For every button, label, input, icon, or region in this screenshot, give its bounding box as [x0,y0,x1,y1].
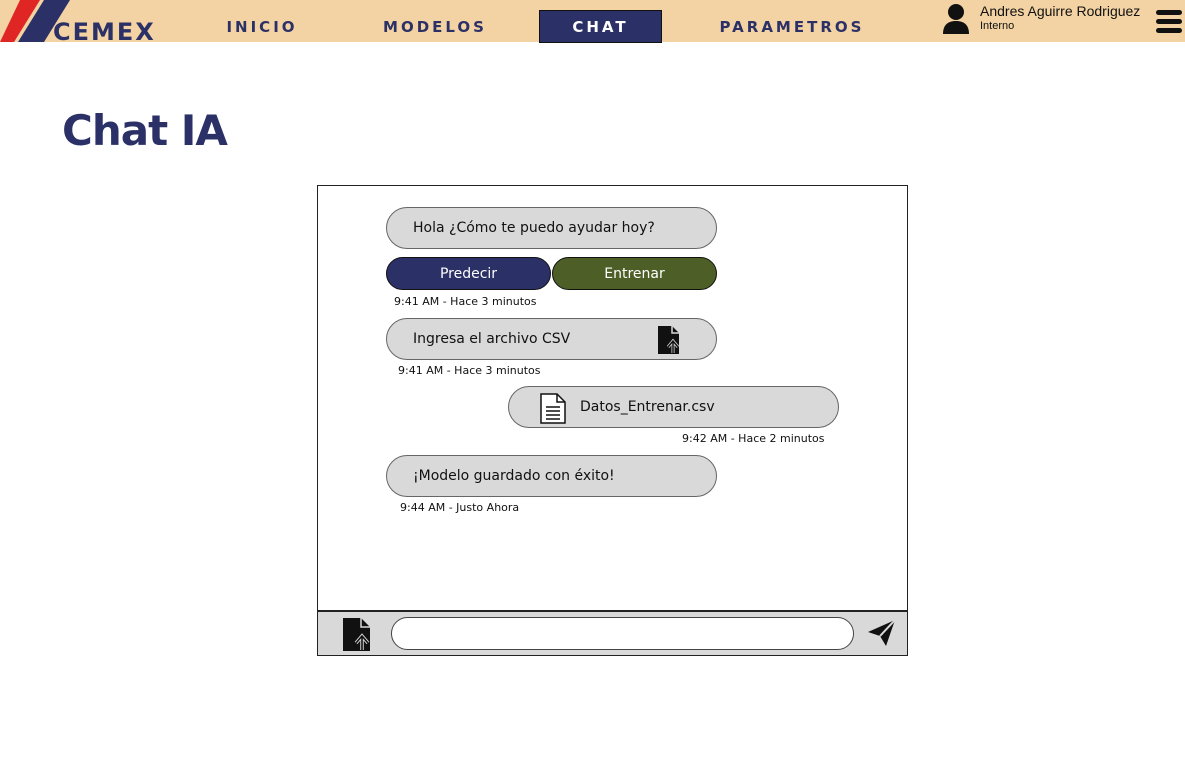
message-timestamp: 9:42 AM - Hace 2 minutos [682,432,825,445]
message-timestamp: 9:44 AM - Justo Ahora [400,501,520,514]
message-text: ¡Modelo guardado con éxito! [413,468,615,484]
message-input[interactable] [391,617,854,650]
message-timestamp: 9:41 AM - Hace 3 minutos [398,364,541,377]
send-icon[interactable] [867,619,897,651]
chat-window: Hola ¿Cómo te puedo ayudar hoy? Predecir… [317,185,908,656]
file-upload-icon[interactable] [342,617,372,656]
train-button[interactable]: Entrenar [552,257,717,290]
file-upload-icon[interactable] [657,325,681,359]
document-icon [540,393,566,428]
message-text: Ingresa el archivo CSV [413,331,571,347]
nav-parametros[interactable]: PARAMETROS [694,10,890,43]
nav-modelos[interactable]: MODELOS [363,10,507,43]
nav-chat[interactable]: CHAT [539,10,662,43]
nav-inicio[interactable]: INICIO [212,10,312,43]
page-title: Chat IA [62,106,228,155]
cemex-logo[interactable]: CEMEX [0,0,175,46]
svg-text:CEMEX: CEMEX [53,18,156,42]
user-name: Andres Aguirre Rodriguez [980,3,1141,19]
message-text: Hola ¿Cómo te puedo ayudar hoy? [413,220,655,236]
user-role: Interno [980,20,1015,32]
assistant-message-csv-prompt: Ingresa el archivo CSV [386,318,717,360]
top-navigation-bar: CEMEX INICIO MODELOS CHAT PARAMETROS And… [0,0,1185,46]
assistant-message-success: ¡Modelo guardado con éxito! [386,455,717,497]
user-message-file[interactable]: Datos_Entrenar.csv [508,386,839,428]
message-composer [318,610,907,655]
predict-button[interactable]: Predecir [386,257,551,290]
user-icon[interactable] [942,2,970,36]
hamburger-menu-icon[interactable] [1156,9,1182,33]
assistant-message-greeting: Hola ¿Cómo te puedo ayudar hoy? [386,207,717,249]
message-timestamp: 9:41 AM - Hace 3 minutos [394,295,537,308]
file-name: Datos_Entrenar.csv [580,399,715,415]
